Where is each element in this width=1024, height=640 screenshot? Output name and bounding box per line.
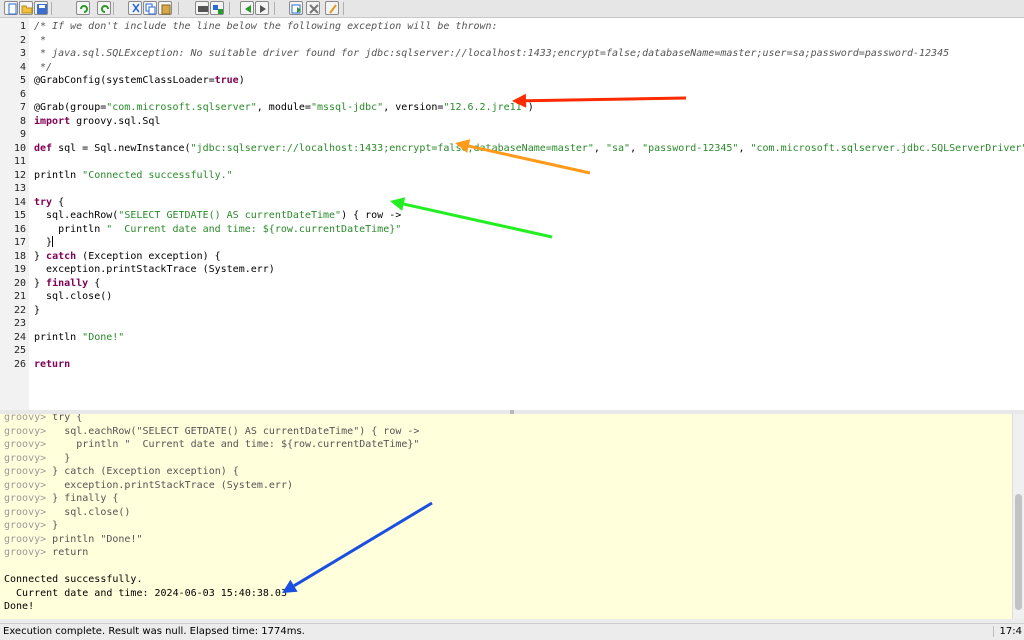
red-arrow-shaft — [525, 96, 687, 103]
orange-arrow-shaft — [468, 144, 591, 175]
blue-arrow-shaft — [293, 501, 433, 588]
orange-arrow — [455, 139, 591, 175]
red-arrow-head — [512, 93, 527, 108]
annotation-arrows — [282, 93, 687, 593]
orange-arrow-head — [455, 139, 471, 153]
blue-arrow — [282, 501, 433, 593]
red-arrow — [512, 93, 687, 108]
green-arrow-shaft — [403, 202, 553, 239]
green-arrow-head — [390, 197, 406, 211]
green-arrow — [390, 197, 553, 239]
